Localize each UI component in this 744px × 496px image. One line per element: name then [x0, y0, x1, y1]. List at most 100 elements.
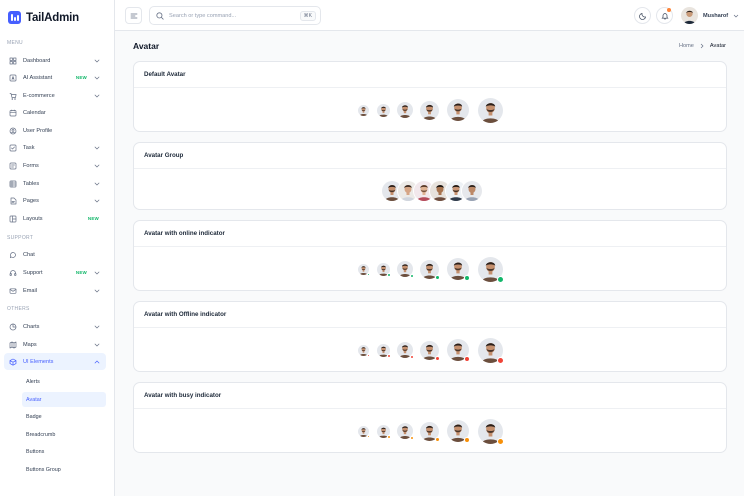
mail-icon	[9, 287, 17, 295]
chevron-right-icon	[700, 43, 704, 49]
bell-icon	[660, 12, 669, 19]
sidebar-item-label: Maps	[23, 341, 37, 348]
avatar[interactable]	[478, 97, 503, 123]
chevron-down-icon	[94, 324, 100, 330]
sidebar-item-pages[interactable]: Pages	[4, 192, 106, 209]
top-header: ⌘K Musharof	[115, 0, 744, 31]
busy-status-indicator	[497, 437, 504, 445]
user-icon	[9, 127, 17, 135]
group-avatar[interactable]	[461, 180, 483, 202]
sidebar-item-label: E-commerce	[23, 92, 55, 99]
sidebar: TailAdmin MENU SUPPORT OTHERS Dashboard A…	[0, 0, 115, 496]
theme-toggle-button[interactable]	[634, 7, 651, 24]
online-status-indicator	[387, 272, 391, 277]
sidebar-item-charts[interactable]: Charts	[4, 318, 106, 335]
sidebar-item-forms[interactable]: Forms	[4, 157, 106, 174]
sidebar-subitem-alerts[interactable]: Alerts	[22, 374, 106, 389]
sidebar-item-support[interactable]: Support NEW	[4, 264, 106, 281]
sidebar-item-label: Dashboard	[23, 57, 51, 64]
headset-icon	[9, 269, 17, 277]
sidebar-item-layouts[interactable]: Layouts NEW	[4, 210, 106, 227]
search-input[interactable]	[169, 12, 294, 19]
chevron-down-icon	[94, 75, 100, 81]
chevron-down-icon	[94, 198, 100, 204]
online-status-indicator	[410, 274, 414, 278]
new-badge: NEW	[75, 270, 87, 275]
notification-dot	[667, 8, 671, 12]
busy-status-indicator	[464, 437, 470, 443]
map-icon	[9, 341, 17, 349]
ai-icon	[9, 74, 17, 82]
card-title: Avatar with Offline indicator	[144, 311, 227, 318]
sidebar-item-e-commerce[interactable]: E-commerce	[4, 87, 106, 104]
sidebar-item-email[interactable]: Email	[4, 282, 106, 299]
section-title-menu: MENU	[7, 40, 23, 46]
brand-name: TailAdmin	[26, 11, 79, 24]
sidebar-item-calendar[interactable]: Calendar	[4, 104, 106, 121]
sidebar-subitem-badge[interactable]: Badge	[22, 409, 106, 424]
sidebar-item-label: Charts	[23, 323, 40, 330]
busy-status-indicator	[410, 436, 414, 440]
chevron-down-icon	[94, 342, 100, 348]
offline-status-indicator	[387, 353, 391, 358]
online-status-indicator	[367, 272, 370, 276]
chevron-down-icon	[94, 93, 100, 99]
avatar-card: Default Avatar	[133, 61, 727, 132]
brand-logo[interactable]: TailAdmin	[8, 11, 79, 24]
sidebar-subitem-breadcrumb[interactable]: Breadcrumb	[22, 427, 106, 442]
card-title: Default Avatar	[144, 71, 186, 78]
sidebar-item-label: User Profile	[23, 127, 53, 134]
sidebar-item-label: Calendar	[23, 109, 46, 116]
user-menu[interactable]: Musharof	[681, 7, 739, 24]
offline-status-indicator	[497, 356, 504, 364]
task-icon	[9, 144, 17, 152]
avatar[interactable]	[358, 104, 369, 116]
sidebar-item-label: Layouts	[23, 215, 43, 222]
cart-icon	[9, 92, 17, 100]
sidebar-item-chat[interactable]: Chat	[4, 246, 106, 263]
sidebar-item-user-profile[interactable]: User Profile	[4, 122, 106, 139]
sidebar-subitem-buttons-group[interactable]: Buttons Group	[22, 462, 106, 477]
sidebar-item-ui-elements[interactable]: UI Elements	[4, 353, 106, 370]
avatar[interactable]	[377, 103, 390, 117]
avatar[interactable]	[447, 99, 469, 121]
offline-status-indicator	[410, 355, 414, 359]
online-status-indicator	[435, 274, 440, 280]
offline-status-indicator	[367, 353, 370, 357]
search-shortcut: ⌘K	[299, 11, 316, 21]
menu-icon	[130, 13, 137, 18]
sidebar-item-dashboard[interactable]: Dashboard	[4, 52, 106, 69]
sidebar-item-tables[interactable]: Tables	[4, 175, 106, 192]
avatar[interactable]	[397, 102, 413, 118]
offline-status-indicator	[435, 355, 440, 361]
new-badge: NEW	[75, 75, 87, 80]
chevron-down-icon	[94, 163, 100, 169]
avatar-card: Avatar Group	[133, 142, 727, 210]
logo-icon	[8, 11, 21, 24]
new-badge: NEW	[87, 216, 99, 221]
user-name: Musharof	[703, 12, 729, 19]
sidebar-subitem-avatar[interactable]: Avatar	[22, 392, 106, 407]
sidebar-item-label: UI Elements	[23, 358, 54, 365]
avatar[interactable]	[420, 100, 439, 120]
card-divider	[134, 246, 726, 247]
sidebar-item-label: Pages	[23, 197, 39, 204]
calendar-icon	[9, 109, 17, 117]
breadcrumb-home[interactable]: Home	[679, 43, 694, 49]
section-title-others: OTHERS	[7, 306, 30, 312]
sidebar-item-task[interactable]: Task	[4, 139, 106, 156]
search-box[interactable]: ⌘K	[149, 6, 321, 25]
sidebar-item-maps[interactable]: Maps	[4, 336, 106, 353]
chevron-down-icon	[94, 145, 100, 151]
sidebar-subitem-buttons[interactable]: Buttons	[22, 444, 106, 459]
chevron-down-icon	[94, 270, 100, 276]
sidebar-item-label: Tables	[23, 180, 40, 187]
sidebar-toggle-button[interactable]	[125, 7, 142, 24]
sidebar-item-ai-assistant[interactable]: AI Assistant NEW	[4, 69, 106, 86]
avatar-card: Avatar with Offline indicator	[133, 301, 727, 372]
chevron-down-icon	[94, 58, 100, 64]
notification-button[interactable]	[656, 7, 673, 24]
breadcrumb-current: Avatar	[709, 43, 726, 49]
table-icon	[9, 180, 17, 188]
grid-icon	[9, 57, 17, 65]
